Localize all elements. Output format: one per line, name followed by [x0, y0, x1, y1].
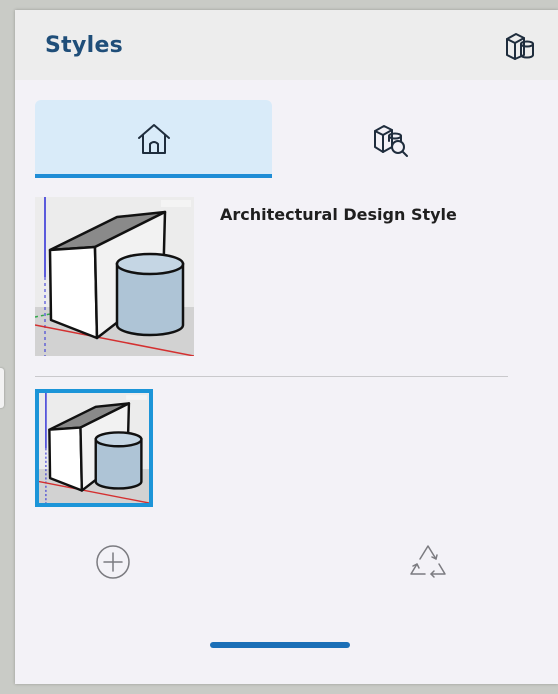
home-icon [137, 124, 170, 154]
tab-browse-styles[interactable] [272, 100, 509, 178]
divider [35, 376, 508, 377]
tab-in-model[interactable] [35, 100, 272, 178]
panel-title: Styles [45, 32, 124, 58]
bottom-actions [15, 540, 558, 590]
home-indicator [210, 642, 350, 648]
panel-header: Styles [15, 10, 558, 80]
side-drawer-handle[interactable] [0, 368, 4, 408]
recycle-icon[interactable] [407, 540, 449, 584]
current-style: Architectural Design Style [34, 197, 509, 357]
style-preview-thumbnail[interactable] [34, 197, 195, 357]
current-style-name: Architectural Design Style [220, 205, 457, 224]
model-style-thumbnail[interactable] [35, 389, 153, 507]
styles-panel: Styles Architectural Design Style [15, 10, 558, 684]
style-search-icon [373, 125, 408, 157]
styles-cube-cylinder-icon[interactable] [500, 25, 540, 65]
add-circle-icon[interactable] [95, 544, 131, 580]
styles-tabs [35, 100, 509, 178]
